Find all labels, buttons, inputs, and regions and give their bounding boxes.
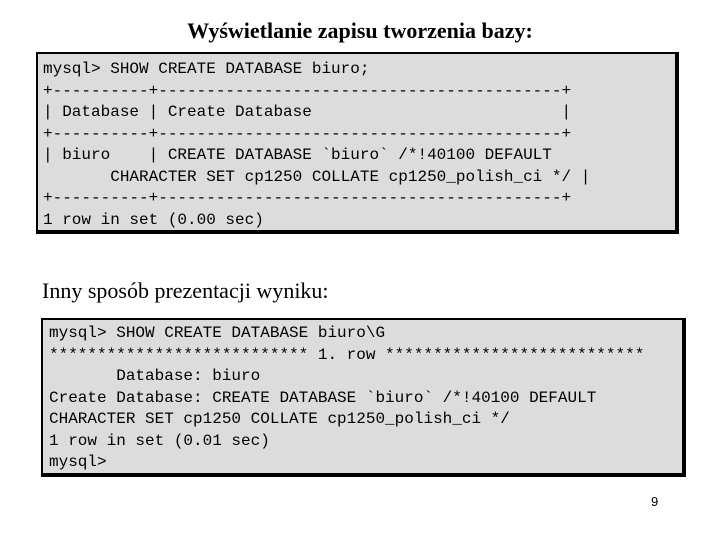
field-create-database-continuation: CHARACTER SET cp1250 COLLATE cp1250_poli… [49,410,510,428]
result-status: 1 row in set (0.00 sec) [43,210,264,229]
terminal-output-vertical: mysql> SHOW CREATE DATABASE biuro\G ****… [41,318,686,477]
page-number: 9 [651,494,659,509]
table-border: +----------+----------------------------… [43,124,572,143]
row-separator: *************************** 1. row *****… [49,345,645,364]
result-status: 1 row in set (0.01 sec) [49,431,270,450]
table-border: +----------+----------------------------… [43,81,572,100]
field-database: Database: biuro [49,367,261,385]
table-row: | biuro | CREATE DATABASE `biuro` /*!401… [43,146,552,164]
table-header-row: | Database | Create Database | [43,103,572,121]
command-line: mysql> SHOW CREATE DATABASE biuro; [43,60,370,78]
field-create-database: Create Database: CREATE DATABASE `biuro`… [49,388,597,407]
terminal-text: mysql> SHOW CREATE DATABASE biuro\G ****… [49,323,644,474]
command-line: mysql> SHOW CREATE DATABASE biuro\G [49,324,386,342]
terminal-text: mysql> SHOW CREATE DATABASE biuro; +----… [43,59,590,231]
prompt: mysql> [49,453,107,471]
table-border: +----------+----------------------------… [43,189,572,207]
slide-title: Wyświetlanie zapisu tworzenia bazy: [187,18,533,43]
section-subtitle: Inny sposób prezentacji wyniku: [42,278,329,303]
table-row-continuation: CHARACTER SET cp1250 COLLATE cp1250_poli… [43,167,591,186]
terminal-output-table: mysql> SHOW CREATE DATABASE biuro; +----… [36,52,679,234]
